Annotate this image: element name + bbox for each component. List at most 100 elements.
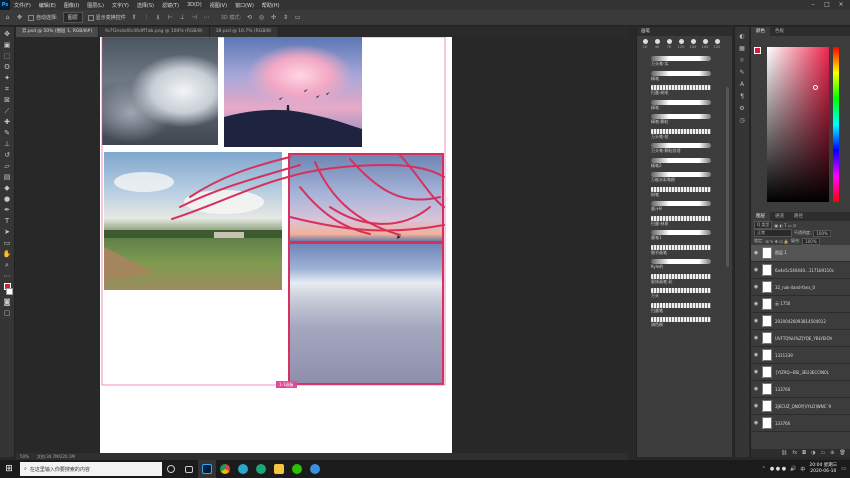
messenger-taskbar-icon[interactable] <box>306 460 324 478</box>
wechat-taskbar-icon[interactable] <box>288 460 306 478</box>
layer-style-icon[interactable]: fx <box>792 449 797 457</box>
tray-chevron-icon[interactable]: ⌃ <box>762 466 766 472</box>
tray-app-icons[interactable]: ● ● ● <box>770 466 786 472</box>
color-picker-cursor[interactable] <box>813 85 818 90</box>
color-panel-icon[interactable]: ◐ <box>738 33 746 41</box>
path-select-icon[interactable]: ➤ <box>3 228 12 236</box>
3d-orbit-icon[interactable]: ⟲ <box>246 14 253 21</box>
menu-item[interactable]: 选择(S) <box>133 2 158 9</box>
brush-preset-item[interactable]: 细节画笔 <box>637 243 732 258</box>
more-options-icon[interactable]: ⋯ <box>203 14 210 21</box>
brush-preset-item[interactable]: 扫墨笔 <box>637 301 732 316</box>
move-tool-icon[interactable]: ✥ <box>3 30 12 38</box>
layer-row[interactable]: ◉ 32_nak-iland-fans_0 ↳ <box>751 279 850 296</box>
hue-slider[interactable] <box>833 47 839 202</box>
document-tab[interactable]: 云.psd @ 50% (图层 1, RGB/8#) <box>16 27 100 37</box>
align-right-icon[interactable]: ⊣ <box>191 14 198 21</box>
delete-layer-icon[interactable]: 🗑 <box>839 449 845 457</box>
magic-wand-icon[interactable]: ✦ <box>3 74 12 82</box>
notification-icon[interactable]: ▭ <box>841 466 846 472</box>
windows-start-icon[interactable]: ⊞ <box>0 460 18 478</box>
layer-visibility-icon[interactable]: ◉ <box>753 352 759 358</box>
layer-row[interactable]: ◉ 3JECUZ_QNOY[VYLD]WNC`9 ↳ <box>751 398 850 415</box>
menu-item[interactable]: 文件(F) <box>10 2 35 9</box>
paragraph-panel-icon[interactable]: ¶ <box>738 93 746 101</box>
show-transform-option[interactable]: 显示变换控件 <box>87 14 126 21</box>
hand-tool-icon[interactable]: ✋ <box>3 250 12 258</box>
healing-brush-icon[interactable]: ✚ <box>3 118 12 126</box>
brush-preset-item[interactable]: 调色刷 <box>637 315 732 330</box>
layers-panel-tab[interactable]: 图层 <box>751 212 770 221</box>
zoom-level[interactable]: 50% <box>20 453 29 460</box>
opacity-input[interactable]: 100% <box>813 229 831 237</box>
add-mask-icon[interactable]: ◘ <box>802 449 806 457</box>
photoshop-logo-icon[interactable]: Ps <box>0 0 10 10</box>
marquee-tool-icon[interactable]: ⬚ <box>3 52 12 60</box>
align-center-icon[interactable]: ⊥ <box>179 14 186 21</box>
layer-kind-filter[interactable]: Q 类型 <box>754 221 773 229</box>
menu-item[interactable]: 3D(D) <box>183 2 206 9</box>
frame-tool-icon[interactable]: ⊠ <box>3 96 12 104</box>
artboard-tool-icon[interactable]: ▣ <box>3 41 12 49</box>
layers-panel-tab[interactable]: 通道 <box>770 212 789 221</box>
document-tab[interactable]: fe7f2ecbd0c46dff7ab.png @ 100% (RGB/8) <box>99 27 210 37</box>
canvas-area[interactable]: 1-1画板 ➤ <box>16 37 628 453</box>
link-layers-icon[interactable]: ⛓ <box>781 449 787 457</box>
color-panel-tab[interactable]: 色板 <box>770 27 789 36</box>
3d-slide-icon[interactable]: ⇕ <box>282 14 289 21</box>
layers-panel-tab[interactable]: 路径 <box>789 212 808 221</box>
menu-item[interactable]: 图层(L) <box>83 2 108 9</box>
layer-row[interactable]: ◉ 20200426093814504012 ↳ <box>751 313 850 330</box>
screen-mode-icon[interactable]: ▢ <box>3 309 12 317</box>
artboard-label-badge[interactable]: 1-1画板 <box>276 381 297 388</box>
lock-icons[interactable]: ⊞ ✎ ✥ ⊡ 🔒 <box>765 239 788 244</box>
color-panel-foreground-swatch[interactable] <box>754 47 761 54</box>
brush-tip-preset[interactable]: 70 <box>664 39 674 51</box>
close-icon[interactable]: × <box>834 0 848 10</box>
brush-preset-item[interactable]: 万能水彩笔刷 <box>637 170 732 185</box>
blur-tool-icon[interactable]: ◆ <box>3 184 12 192</box>
layer-visibility-icon[interactable]: ◉ <box>753 318 759 324</box>
brush-tool-icon[interactable]: ✎ <box>3 129 12 137</box>
layer-row[interactable]: ◉ 云 1750 ↳ <box>751 296 850 313</box>
layer-visibility-icon[interactable]: ◉ <box>753 250 759 256</box>
layer-visibility-icon[interactable]: ◉ <box>753 386 759 392</box>
chrome-taskbar-icon[interactable] <box>216 460 234 478</box>
layer-row[interactable]: ◉ UVFTQ%U%Z]YQE_YBLYEIOV ↳ <box>751 330 850 347</box>
blend-mode-dropdown[interactable]: 正常 <box>754 229 792 237</box>
brush-preset-item[interactable]: 星体画笔-彩 <box>637 272 732 287</box>
minimize-icon[interactable]: – <box>806 0 820 10</box>
brush-preset-item[interactable]: Kyle的 <box>637 257 732 272</box>
layer-visibility-icon[interactable]: ◉ <box>753 267 759 273</box>
artboard[interactable]: 1-1画板 ➤ <box>100 37 452 453</box>
task-switch-icon[interactable] <box>180 460 198 478</box>
properties-panel-icon[interactable]: ⚙ <box>738 105 746 113</box>
edge-taskbar-icon[interactable] <box>252 460 270 478</box>
volume-icon[interactable]: 🔊 <box>790 466 796 472</box>
new-layer-icon[interactable]: ⊕ <box>830 449 834 457</box>
show-transform-checkbox[interactable] <box>87 14 94 21</box>
brush-preset-item[interactable]: 万头 <box>637 286 732 301</box>
brush-tip-preset[interactable]: 120 <box>712 39 722 51</box>
dodge-tool-icon[interactable]: ● <box>3 195 12 203</box>
align-bottom-icon[interactable]: ⫫ <box>155 14 162 21</box>
fill-input[interactable]: 100% <box>802 237 820 245</box>
align-left-icon[interactable]: ⊢ <box>167 14 174 21</box>
brush-preset-item[interactable]: 精笔2 <box>637 156 732 171</box>
brush-tip-preset[interactable]: 40 <box>652 39 662 51</box>
brush-preset-item[interactable]: 精笔-颗粒 <box>637 112 732 127</box>
3d-camera-icon[interactable]: ▭ <box>294 14 301 21</box>
new-group-icon[interactable]: ▭ <box>820 449 825 457</box>
adjustments-icon[interactable]: ☼ <box>738 57 746 65</box>
type-tool-icon[interactable]: T <box>3 217 12 225</box>
character-panel-icon[interactable]: A <box>738 81 746 89</box>
home-icon[interactable]: ⌂ <box>4 14 11 21</box>
brush-panel-scrollbar[interactable] <box>726 87 729 267</box>
menu-item[interactable]: 编辑(E) <box>35 2 60 9</box>
brush-tip-preset[interactable]: 100 <box>688 39 698 51</box>
adjustment-layer-icon[interactable]: ◑ <box>811 449 815 457</box>
more-tools-icon[interactable]: ⋯ <box>3 272 12 280</box>
pen-tool-icon[interactable]: ✒ <box>3 206 12 214</box>
menu-item[interactable]: 帮助(H) <box>258 2 284 9</box>
document-tab[interactable]: 38.psd @ 16.7% (RGB/8) <box>209 27 279 37</box>
